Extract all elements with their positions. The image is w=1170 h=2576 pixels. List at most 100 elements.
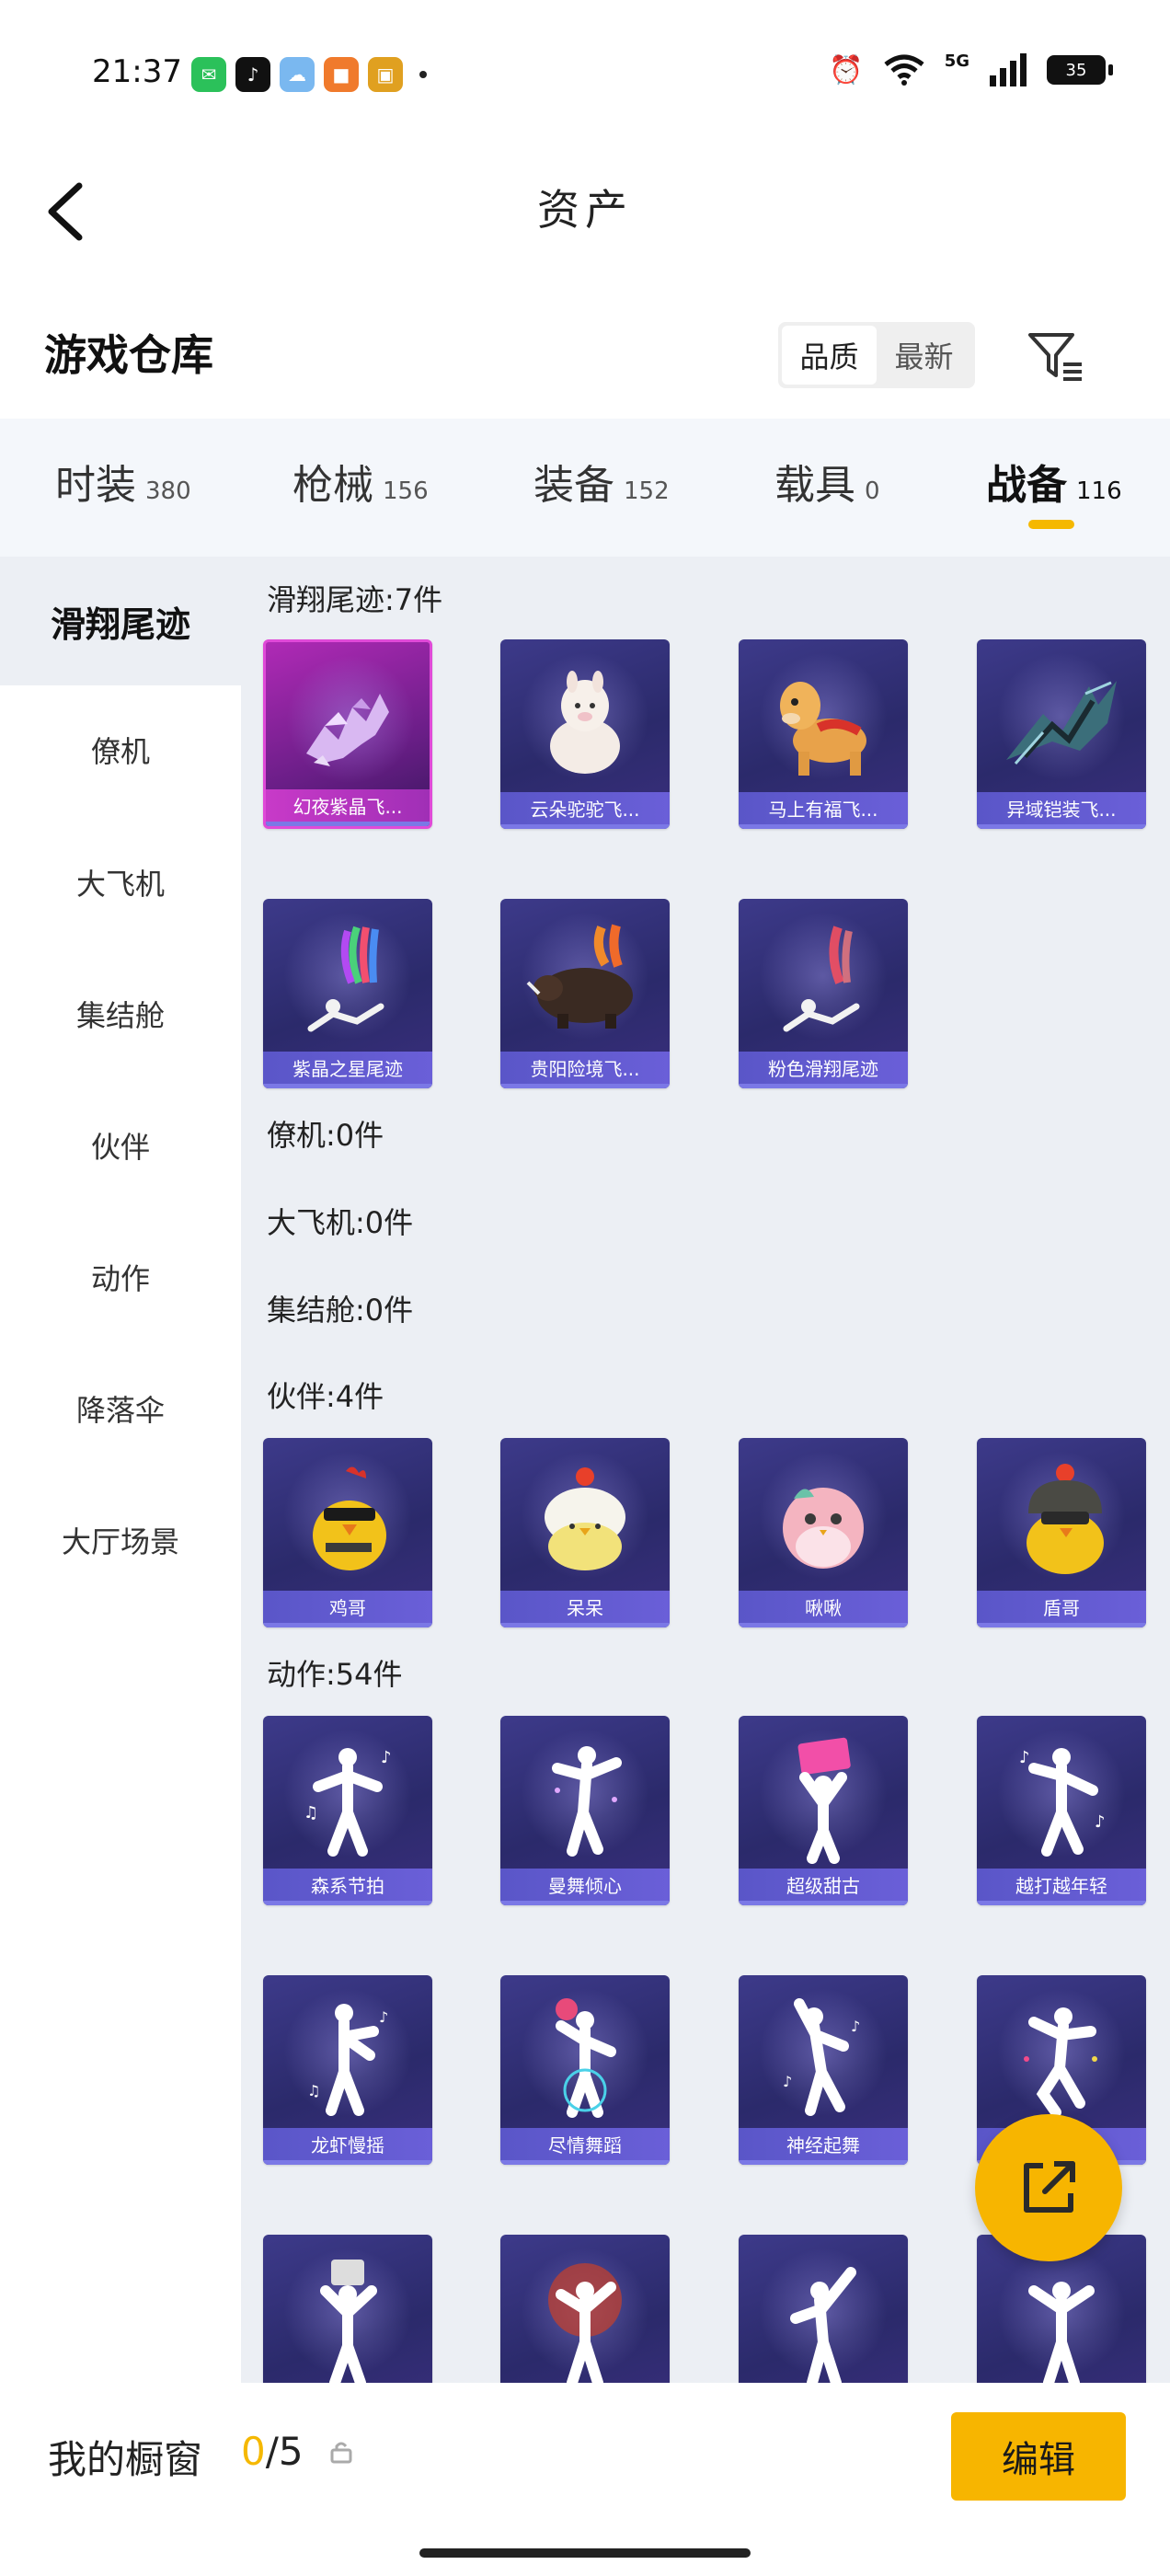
- svg-text:♪: ♪: [783, 2073, 792, 2090]
- tab-vehicles[interactable]: 载具 0: [774, 452, 880, 511]
- item-card[interactable]: 盾哥: [977, 1438, 1146, 1627]
- item-name: 呆呆: [500, 1591, 670, 1627]
- dancer-icon: ♪ ♫: [307, 2004, 388, 2116]
- item-card[interactable]: 云朵驼驼飞...: [500, 639, 670, 829]
- item-name: 鸡哥: [263, 1591, 432, 1627]
- sidebar-item-glide-trail[interactable]: 滑翔尾迹: [0, 557, 241, 685]
- item-name: 曼舞倾心: [500, 1869, 670, 1905]
- network-type: 5G: [944, 51, 969, 71]
- sidebar-item-emote[interactable]: 动作: [0, 1213, 241, 1341]
- helmet-chicken-icon: [1027, 1464, 1104, 1574]
- wifi-icon: [884, 54, 924, 86]
- item-name: 粉色滑翔尾迹: [739, 1052, 908, 1088]
- item-card[interactable]: ♪ ♪ 神经起舞: [739, 1975, 908, 2165]
- item-card[interactable]: ♪ ♪ 越打越年轻: [977, 1716, 1146, 1905]
- nav-bar: 资产: [0, 138, 1170, 276]
- page-title: 资产: [537, 185, 633, 235]
- tab-equipment[interactable]: 装备 152: [533, 452, 670, 511]
- item-name: 超级甜古: [739, 1869, 908, 1905]
- item-card[interactable]: 粉色滑翔尾迹: [739, 899, 908, 1088]
- edit-button[interactable]: 编辑: [951, 2412, 1126, 2501]
- item-name: 尽情舞蹈: [500, 2128, 670, 2165]
- rainbow-trail-icon: [307, 926, 384, 1032]
- dancer-icon: [552, 1746, 622, 1857]
- dancer-disco-icon: [556, 1998, 616, 2118]
- item-card[interactable]: 尽情舞蹈: [500, 1975, 670, 2165]
- item-card[interactable]: 幻夜紫晶飞...: [263, 639, 432, 829]
- sort-newest-button[interactable]: 最新: [877, 326, 971, 385]
- external-link-icon: [1024, 2161, 1075, 2213]
- filter-button[interactable]: [1019, 320, 1093, 394]
- item-card[interactable]: 马上有福飞...: [739, 639, 908, 829]
- tab-combat-gear[interactable]: 战备 116: [986, 452, 1122, 511]
- status-time: 21:37: [92, 53, 182, 90]
- item-card[interactable]: ♪ ♫ 龙虾慢摇: [263, 1975, 432, 2165]
- sidebar-item-partner[interactable]: 伙伴: [0, 1081, 241, 1210]
- tab-label: 时装: [55, 462, 136, 509]
- warehouse-header: 游戏仓库 品质 最新: [0, 294, 1170, 414]
- app-icon: ■: [324, 57, 359, 92]
- alarm-icon: ⏰: [829, 53, 864, 86]
- tab-weapons[interactable]: 枪械 156: [292, 452, 429, 511]
- tab-count: 156: [383, 477, 429, 505]
- svg-text:♪: ♪: [379, 2008, 388, 2026]
- item-card[interactable]: ♪ ♫ 森系节拍: [263, 1716, 432, 1905]
- battery-icon: 35: [1047, 55, 1113, 85]
- item-card[interactable]: [739, 2235, 908, 2383]
- sidebar-item-wingman[interactable]: 僚机: [0, 685, 241, 814]
- item-name: 紫晶之星尾迹: [263, 1052, 432, 1088]
- dancer-icon: ♪ ♪: [783, 1998, 860, 2116]
- item-name: 龙虾慢摇: [263, 2128, 432, 2165]
- bottom-bar: 我的橱窗 0/5 编辑: [0, 2383, 1170, 2576]
- sidebar-item-parachute[interactable]: 降落伞: [0, 1344, 241, 1473]
- showcase-label: 我的橱窗: [48, 2437, 203, 2482]
- active-tab-indicator: [1028, 520, 1074, 529]
- item-name: 越打越年轻: [977, 1869, 1146, 1905]
- tab-fashion[interactable]: 时装 380: [55, 452, 191, 511]
- item-card[interactable]: 紫晶之星尾迹: [263, 899, 432, 1088]
- item-name: 幻夜紫晶飞...: [266, 789, 430, 826]
- game-icon: ▣: [368, 57, 403, 92]
- tab-label: 枪械: [292, 462, 373, 509]
- chicken-icon: [313, 1466, 386, 1570]
- dancer-icon: [1024, 2007, 1097, 2118]
- item-card[interactable]: 呆呆: [500, 1438, 670, 1627]
- horse-icon: [780, 682, 866, 776]
- item-name: 盾哥: [977, 1591, 1146, 1627]
- item-card[interactable]: 贵阳险境飞...: [500, 899, 670, 1088]
- home-indicator[interactable]: [419, 2548, 751, 2558]
- tab-label: 载具: [774, 462, 855, 509]
- tab-count: 380: [145, 477, 191, 505]
- tab-label: 装备: [533, 462, 614, 509]
- sidebar-item-big-plane[interactable]: 大飞机: [0, 818, 241, 947]
- section-header-wingman: 僚机:0件: [267, 1118, 384, 1153]
- category-tabs: 时装 380 枪械 156 装备 152 载具 0 战备 116: [0, 419, 1170, 557]
- notification-icons: ✉ ♪ ☁ ■ ▣: [191, 57, 427, 92]
- status-bar: 21:37 ✉ ♪ ☁ ■ ▣ ⏰ 5G 35: [0, 0, 1170, 138]
- item-card[interactable]: 异域铠装飞...: [977, 639, 1146, 829]
- item-card[interactable]: [263, 2235, 432, 2383]
- share-button[interactable]: [975, 2114, 1122, 2261]
- showcase-total: /5: [265, 2429, 304, 2474]
- svg-text:♪: ♪: [851, 2018, 860, 2035]
- status-right: ⏰ 5G 35: [829, 51, 1113, 86]
- item-card[interactable]: 啾啾: [739, 1438, 908, 1627]
- item-name: 异域铠装飞...: [977, 792, 1146, 829]
- section-header-emote: 动作:54件: [267, 1657, 403, 1692]
- item-card[interactable]: [500, 2235, 670, 2383]
- dancer-sign-icon: [797, 1737, 851, 1864]
- dancer-icon: [320, 2260, 377, 2383]
- item-card[interactable]: 曼舞倾心: [500, 1716, 670, 1905]
- sort-quality-button[interactable]: 品质: [782, 326, 877, 385]
- item-card[interactable]: 鸡哥: [263, 1438, 432, 1627]
- tab-label: 战备: [986, 462, 1067, 509]
- chick-icon: [545, 1467, 625, 1570]
- sort-toggle: 品质 最新: [778, 322, 975, 388]
- item-name: 啾啾: [739, 1591, 908, 1627]
- dancer-icon: ♪ ♫: [304, 1748, 392, 1857]
- boar-icon: [526, 924, 633, 1029]
- item-card[interactable]: 超级甜古: [739, 1716, 908, 1905]
- sidebar-item-pod[interactable]: 集结舱: [0, 949, 241, 1078]
- sidebar-item-lobby-scene[interactable]: 大厅场景: [0, 1476, 241, 1604]
- item-name: 森系节拍: [263, 1869, 432, 1905]
